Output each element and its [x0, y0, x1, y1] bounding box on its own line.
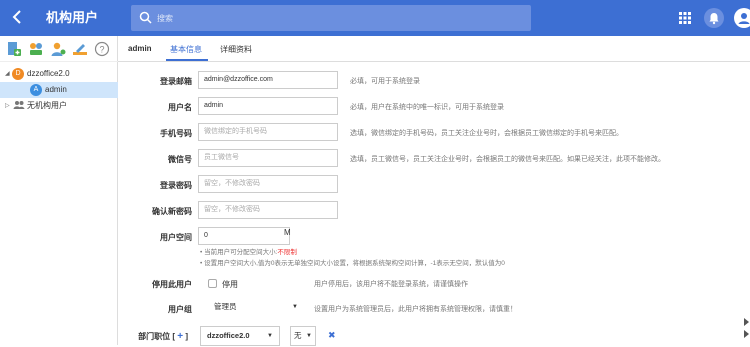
- tree-node-unaffiliated[interactable]: ▷ 无机构用户: [0, 98, 118, 114]
- sidebar: ? ◢ D dzzoffice2.0 A admin ▷ 无机构用户: [0, 36, 118, 345]
- tree-node-user-admin[interactable]: A admin: [0, 82, 118, 98]
- space-unit: M: [284, 228, 291, 237]
- collapse-caret-icon[interactable]: ◢: [5, 66, 10, 82]
- group-hint: 设置用户为系统管理员后，此用户将拥有系统管理权限，请慎重！: [314, 306, 517, 313]
- dropdown-arrow-icon: ▼: [267, 333, 273, 339]
- disable-checkbox[interactable]: [208, 279, 217, 288]
- wechat-hint: 选填，员工微信号，员工关注企业号时，会根据员工的微信号来匹配。如果已经关注，此项…: [350, 156, 665, 163]
- edit-icon[interactable]: [72, 41, 88, 57]
- disable-option-label: 停用: [222, 280, 238, 289]
- space-note-text: 设置用户空间大小,值为0表示无单独空间大小设置，将根据系统架构空间计算，-1表示…: [204, 260, 505, 267]
- tree-node-label: 无机构用户: [27, 101, 67, 110]
- tree-node-organization[interactable]: ◢ D dzzoffice2.0: [0, 66, 118, 82]
- dropdown-arrow-icon: ▼: [292, 304, 298, 310]
- page-title: 机构用户: [46, 10, 99, 25]
- group-select-value: 管理员: [214, 302, 237, 311]
- svg-text:?: ?: [99, 45, 104, 55]
- tab-basic-info[interactable]: 基本信息: [170, 44, 202, 55]
- group-select[interactable]: 管理员 ▼: [208, 298, 300, 318]
- org-select[interactable]: dzzoffice2.0 ▼: [200, 326, 280, 346]
- group-label: 用户组: [168, 305, 192, 314]
- space-label: 用户空间: [160, 233, 192, 242]
- username-hint: 必填，用户在系统中的唯一标识，可用于系统登录: [350, 104, 504, 111]
- avatar: D: [12, 68, 24, 80]
- active-tab-indicator: [166, 59, 208, 61]
- phone-hint: 选填，微信绑定的手机号码，员工关注企业号时，会根据员工微信绑定的手机号来匹配。: [350, 130, 623, 137]
- expand-caret-icon[interactable]: ▷: [5, 98, 10, 114]
- email-label: 登录邮箱: [160, 77, 192, 86]
- phone-label: 手机号码: [160, 129, 192, 138]
- apps-grid-icon[interactable]: [677, 10, 693, 26]
- add-dept-button[interactable]: +: [177, 331, 183, 342]
- disable-label: 停用此用户: [152, 280, 192, 289]
- top-bar: 机构用户: [0, 0, 750, 36]
- sidebar-toolbar: ?: [0, 36, 118, 62]
- avatar: A: [30, 84, 42, 96]
- password-label: 登录密码: [160, 181, 192, 190]
- search-input[interactable]: [157, 9, 517, 27]
- tree-node-label: dzzoffice2.0: [27, 69, 70, 78]
- add-department-icon[interactable]: [28, 41, 44, 57]
- help-icon[interactable]: ?: [94, 41, 110, 57]
- remove-dept-icon[interactable]: ✖: [328, 330, 336, 341]
- current-user-name: admin: [128, 44, 152, 53]
- wechat-label: 微信号: [168, 155, 192, 164]
- username-field[interactable]: admin: [198, 97, 338, 115]
- email-hint: 必填，可用于系统登录: [350, 78, 420, 85]
- users-group-icon: [13, 98, 25, 118]
- email-field[interactable]: admin@dzzoffice.com: [198, 71, 338, 89]
- user-avatar-icon[interactable]: [734, 8, 750, 28]
- scrollbar[interactable]: [743, 318, 750, 345]
- phone-field[interactable]: 微信绑定的手机号码: [198, 123, 338, 141]
- dept-label-text: 部门职位: [138, 332, 171, 341]
- username-label: 用户名: [168, 103, 192, 112]
- back-icon[interactable]: [12, 10, 26, 26]
- dropdown-arrow-icon: ▼: [306, 333, 312, 339]
- space-note-available: • 当前用户可分配空间大小:不限制: [200, 246, 297, 256]
- tree-node-label: admin: [45, 85, 67, 94]
- disable-hint: 用户停用后，该用户将不能登录系统，请谨慎操作: [314, 281, 468, 288]
- main-panel: admin 基本信息 详细资料 登录邮箱 admin@dzzoffice.com…: [118, 36, 750, 346]
- org-select-value: dzzoffice2.0: [207, 331, 250, 340]
- wechat-field[interactable]: 员工微信号: [198, 149, 338, 167]
- dept-label: 部门职位 [ + ]: [138, 331, 188, 342]
- password-field[interactable]: 留空，不修改密码: [198, 175, 338, 193]
- confirm-password-field[interactable]: 留空，不修改密码: [198, 201, 338, 219]
- space-note-prefix: 当前用户可分配空间大小:: [204, 249, 278, 256]
- search-icon: [139, 11, 152, 24]
- bell-icon[interactable]: [704, 8, 724, 28]
- space-field[interactable]: 0: [198, 227, 290, 245]
- confirm-password-label: 确认新密码: [152, 207, 192, 216]
- space-note-setting: • 设置用户空间大小,值为0表示无单独空间大小设置，将根据系统架构空间计算，-1…: [200, 257, 505, 267]
- add-user-icon[interactable]: [50, 41, 66, 57]
- position-select[interactable]: 无 ▼: [290, 326, 316, 346]
- tab-details[interactable]: 详细资料: [220, 44, 252, 55]
- tab-bar: admin 基本信息 详细资料: [118, 36, 750, 62]
- space-note-value: 不限制: [277, 249, 297, 256]
- position-select-value: 无: [294, 331, 302, 340]
- add-organization-icon[interactable]: [6, 41, 22, 57]
- search-box[interactable]: [131, 5, 531, 31]
